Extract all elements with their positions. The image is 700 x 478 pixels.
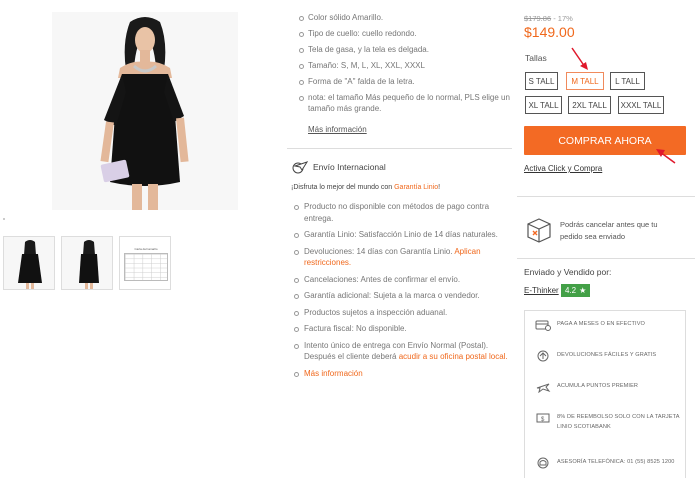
garantia-linio-link[interactable]: Garantía Linio	[394, 184, 438, 191]
feature-list: Color sólido Amarillo. Tipo de cuello: c…	[298, 12, 513, 119]
benefit-item: ASESORÍA TELEFÓNICA: 01 (55) 8525 1200	[535, 457, 675, 469]
features-more-link[interactable]: Más información	[308, 125, 367, 134]
old-price-value: $179.86	[524, 14, 552, 23]
phone-icon	[537, 457, 549, 469]
size-chart-thumbnail[interactable]: Carta del tamaño	[119, 236, 171, 290]
product-thumbnail[interactable]	[61, 236, 113, 290]
seller-rating-badge: 4.2 ★	[561, 284, 591, 297]
shipping-more-link[interactable]: Más información	[304, 369, 363, 378]
shipping-item-text: Cancelaciones: Antes de confirmar el env…	[304, 274, 461, 284]
shipping-item-text: Garantía adicional: Sujeta a la marca o …	[304, 291, 480, 300]
box-icon	[527, 218, 551, 243]
size-option-xl[interactable]: XL TALL	[525, 96, 562, 114]
shipping-item-text: Productos sujetos a inspección aduanal.	[304, 307, 448, 317]
shipping-subtitle-end: !	[438, 184, 441, 191]
size-option-m-selected[interactable]: M TALL	[566, 72, 604, 90]
shipping-list: Producto no disponible con métodos de pa…	[292, 201, 512, 384]
seller-rating-value: 4.2	[565, 286, 577, 295]
shipping-item-text: Producto no disponible con métodos de pa…	[304, 202, 490, 223]
benefit-item: PAGA A MESES O EN EFECTIVO	[535, 319, 645, 331]
shipping-item-text: Factura fiscal: No disponible.	[304, 324, 407, 333]
benefit-text: 8% DE REEMBOLSO SOLO CON LA TARJETA LINI…	[557, 414, 680, 430]
plane-icon	[536, 383, 551, 393]
feature-item: Color sólido Amarillo.	[298, 12, 513, 23]
size-option-2xl[interactable]: 2XL TALL	[568, 96, 611, 114]
svg-text:$: $	[541, 417, 545, 423]
seller-link[interactable]: E-Thinker	[524, 286, 559, 295]
shipping-item: Más información	[292, 368, 512, 380]
discount-badge: - 17%	[553, 14, 573, 23]
product-main-image[interactable]	[52, 12, 238, 210]
size-option-l[interactable]: L TALL	[610, 72, 645, 90]
benefit-text: DEVOLUCIONES FÁCILES Y GRATIS	[557, 352, 657, 358]
benefits-panel: PAGA A MESES O EN EFECTIVO DEVOLUCIONES …	[524, 310, 686, 478]
shipping-item: Garantía Linio: Satisfacción Linio de 14…	[292, 229, 512, 241]
return-icon	[537, 350, 549, 362]
product-thumbnail[interactable]	[3, 236, 55, 290]
cancel-info: Podrás cancelar antes que tu pedido sea …	[560, 220, 658, 241]
divider	[287, 148, 512, 149]
benefit-text: ASESORÍA TELEFÓNICA: 01 (55) 8525 1200	[557, 459, 675, 465]
divider	[517, 258, 695, 259]
shipping-item: Factura fiscal: No disponible.	[292, 323, 512, 335]
size-chart-title: Carta del tamaño	[134, 247, 158, 251]
shipping-item-text: Garantía Linio: Satisfacción Linio de 14…	[304, 230, 498, 239]
plane-icon	[292, 161, 308, 174]
feature-item: Forma de "A" falda de la letra.	[298, 76, 513, 87]
shipping-title: Envío Internacional	[292, 160, 386, 174]
shipping-item: Intento único de entrega con Envío Norma…	[292, 340, 512, 363]
current-price: $149.00	[524, 24, 575, 40]
shipping-item-text: Devoluciones: 14 días con Garantía Linio…	[304, 246, 455, 256]
one-click-link[interactable]: Activa Click y Compra	[524, 164, 602, 173]
shipping-title-text: Envío Internacional	[313, 162, 386, 172]
feature-item: nota: el tamaño Más pequeño de lo normal…	[298, 92, 513, 114]
benefit-item: DEVOLUCIONES FÁCILES Y GRATIS	[535, 350, 656, 362]
annotation-arrow-icon	[571, 47, 588, 70]
size-chart: Carta del tamaño	[124, 247, 168, 283]
old-price: $179.86 - 17%	[524, 14, 573, 23]
benefit-text: ACUMULA PUNTOS PREMIER	[557, 383, 639, 389]
shipping-item: Garantía adicional: Sujeta a la marca o …	[292, 290, 512, 302]
shipping-item: Cancelaciones: Antes de confirmar el env…	[292, 274, 512, 286]
feature-item: Tamaño: S, M, L, XL, XXL, XXXL	[298, 60, 513, 71]
size-option-s[interactable]: S TALL	[525, 72, 558, 90]
sizes-label: Tallas	[525, 53, 547, 63]
postal-office-link[interactable]: acudir a su oficina postal local.	[399, 352, 508, 361]
size-option-xxxl[interactable]: XXXL TALL	[618, 96, 664, 114]
shipping-subtitle-text: ¡Disfruta lo mejor del mundo con	[291, 184, 395, 191]
shipping-item: Producto no disponible con métodos de pa…	[292, 201, 512, 224]
shipping-item: Devoluciones: 14 días con Garantía Linio…	[292, 246, 512, 269]
feature-item: Tipo de cuello: cuello redondo.	[298, 28, 513, 39]
benefit-item: $ 8% DE REEMBOLSO SOLO CON LA TARJETA LI…	[535, 412, 685, 432]
carousel-dot	[3, 218, 5, 220]
divider	[517, 196, 695, 197]
seller-title: Enviado y Vendido por:	[524, 267, 612, 277]
star-icon: ★	[579, 286, 587, 295]
feature-item: Tela de gasa, y la tela es delgada.	[298, 44, 513, 55]
shipping-item: Productos sujetos a inspección aduanal.	[292, 307, 512, 319]
benefit-text: PAGA A MESES O EN EFECTIVO	[557, 321, 645, 327]
cashback-icon: $	[536, 413, 550, 423]
card-icon	[535, 320, 551, 331]
shipping-subtitle: ¡Disfruta lo mejor del mundo con Garantí…	[291, 184, 440, 191]
annotation-arrow-icon	[656, 149, 676, 164]
benefit-item: ACUMULA PUNTOS PREMIER	[535, 381, 638, 393]
